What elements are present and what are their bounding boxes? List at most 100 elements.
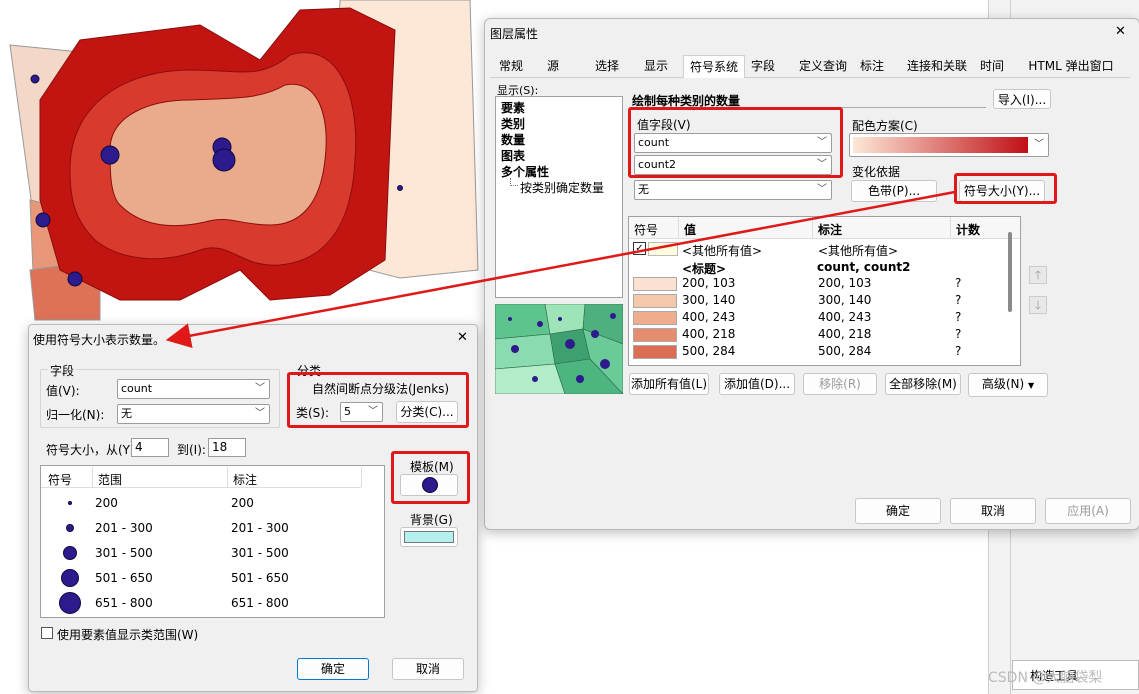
class-swatch[interactable] — [633, 311, 677, 325]
symbol-size-dialog-close-button[interactable]: ✕ — [457, 330, 468, 345]
size-col-label[interactable]: 标注 — [233, 471, 257, 488]
tab-display[interactable]: 显示 — [639, 55, 673, 77]
class-label[interactable]: 400, 243 — [818, 310, 871, 324]
class-swatch[interactable] — [633, 277, 677, 291]
use-feature-values-checkbox[interactable] — [41, 627, 53, 639]
other-values-label[interactable]: <其他所有值> — [818, 242, 898, 259]
move-up-icon[interactable]: 🡑 — [1029, 266, 1047, 284]
tab-time[interactable]: 时间 — [975, 55, 1009, 77]
size-label[interactable]: 501 - 650 — [231, 571, 289, 585]
size-symbol-icon[interactable] — [59, 592, 81, 614]
size-symbol-icon[interactable] — [61, 569, 79, 587]
col-sep-1 — [678, 217, 679, 238]
tab-general[interactable]: 常规 — [494, 55, 528, 77]
props-apply-button[interactable]: 应用(A) — [1045, 498, 1131, 524]
size-from-label: 符号大小，从(Y) — [46, 443, 135, 457]
size-label[interactable]: 201 - 300 — [231, 521, 289, 535]
col-header-count[interactable]: 计数 — [956, 221, 980, 238]
props-ok-button[interactable]: 确定 — [855, 498, 941, 524]
class-label[interactable]: 200, 103 — [818, 276, 871, 290]
remove-all-button[interactable]: 全部移除(M) — [885, 373, 961, 395]
size-symbol-icon[interactable] — [68, 501, 72, 505]
size-range[interactable]: 201 - 300 — [95, 521, 153, 535]
import-button[interactable]: 导入(I)... — [993, 89, 1051, 109]
tree-item-multiple-attributes[interactable]: 多个属性 — [501, 163, 549, 180]
col-header-symbol[interactable]: 符号 — [634, 221, 658, 238]
tab-bar — [490, 77, 1130, 78]
color-scheme-select[interactable]: ﹀ — [849, 133, 1049, 157]
tree-item-features[interactable]: 要素 — [501, 99, 525, 116]
size-label[interactable]: 651 - 800 — [231, 596, 289, 610]
tab-source[interactable]: 源 — [542, 55, 564, 77]
add-all-values-button[interactable]: 添加所有值(L) — [629, 373, 709, 395]
tab-fields[interactable]: 字段 — [748, 55, 778, 77]
class-count[interactable]: ? — [955, 310, 961, 324]
heading-row-value[interactable]: <标题> — [682, 260, 726, 277]
size-range[interactable]: 200 — [95, 496, 118, 510]
class-count[interactable]: ? — [955, 293, 961, 307]
tree-item-charts[interactable]: 图表 — [501, 147, 525, 164]
class-value[interactable]: 400, 243 — [682, 310, 735, 324]
vary-by-label: 变化依据 — [852, 165, 901, 179]
remove-button[interactable]: 移除(R) — [803, 373, 877, 395]
size-to-input[interactable]: 18 — [208, 438, 246, 457]
tab-labels[interactable]: 标注 — [855, 55, 889, 77]
chevron-down-icon: ﹀ — [255, 408, 265, 419]
size-range[interactable]: 301 - 500 — [95, 546, 153, 560]
size-from-input[interactable]: 4 — [131, 438, 169, 457]
size-ok-button[interactable]: 确定 — [297, 658, 369, 680]
size-col-range[interactable]: 范围 — [98, 471, 122, 488]
tree-item-quantities[interactable]: 数量 — [501, 131, 525, 148]
tree-item-categories[interactable]: 类别 — [501, 115, 525, 132]
background-button[interactable] — [400, 527, 458, 547]
class-count[interactable]: ? — [955, 276, 961, 290]
size-label[interactable]: 200 — [231, 496, 254, 510]
advanced-button[interactable]: 高级(N) ▼ — [968, 373, 1048, 397]
tab-definition-query[interactable]: 定义查询 — [795, 55, 851, 77]
class-swatch[interactable] — [633, 294, 677, 308]
other-values-value[interactable]: <其他所有值> — [682, 242, 762, 259]
tab-html-popup[interactable]: HTML 弹出窗口 — [1024, 55, 1118, 77]
props-cancel-button[interactable]: 取消 — [950, 498, 1036, 524]
preview-thumbnail — [495, 304, 623, 394]
highlight-classification — [287, 372, 469, 428]
class-label[interactable]: 500, 284 — [818, 344, 871, 358]
class-count[interactable]: ? — [955, 344, 961, 358]
size-cancel-button[interactable]: 取消 — [392, 658, 464, 680]
other-values-checkbox[interactable]: ✓ — [633, 242, 646, 255]
size-col-symbol[interactable]: 符号 — [48, 471, 72, 488]
color-ramp-preview — [853, 137, 1028, 153]
col-header-label[interactable]: 标注 — [818, 221, 842, 238]
class-count[interactable]: ? — [955, 327, 961, 341]
color-ramp-button[interactable]: 色带(P)... — [851, 180, 937, 202]
size-value: count — [121, 382, 153, 395]
tab-selection[interactable]: 选择 — [590, 55, 624, 77]
col-header-value[interactable]: 值 — [684, 221, 696, 238]
size-symbol-icon[interactable] — [63, 546, 77, 560]
table-scrollbar[interactable] — [1008, 232, 1012, 312]
class-swatch[interactable] — [633, 328, 677, 342]
size-normalize-select[interactable]: 无 ﹀ — [117, 404, 270, 424]
layer-properties-close-button[interactable]: ✕ — [1115, 24, 1126, 39]
move-down-icon[interactable]: 🡓 — [1029, 296, 1047, 314]
class-label[interactable]: 300, 140 — [818, 293, 871, 307]
size-symbol-icon[interactable] — [66, 524, 74, 532]
size-range[interactable]: 651 - 800 — [95, 596, 153, 610]
class-value[interactable]: 200, 103 — [682, 276, 735, 290]
size-range[interactable]: 501 - 650 — [95, 571, 153, 585]
class-label[interactable]: 400, 218 — [818, 327, 871, 341]
tab-joins-relates[interactable]: 连接和关联 — [903, 55, 971, 77]
class-value[interactable]: 300, 140 — [682, 293, 735, 307]
symbol-size-dialog-title: 使用符号大小表示数量。 — [33, 333, 166, 347]
tree-item-quantity-by-category[interactable]: 按类别确定数量 — [520, 179, 604, 196]
class-value[interactable]: 500, 284 — [682, 344, 735, 358]
normalize-select[interactable]: 无 ﹀ — [634, 180, 832, 200]
size-to-label: 到(I): — [177, 443, 206, 457]
class-swatch[interactable] — [633, 345, 677, 359]
add-values-button[interactable]: 添加值(D)... — [719, 373, 795, 395]
heading-row-label[interactable]: count, count2 — [817, 260, 910, 274]
size-value-select[interactable]: count ﹀ — [117, 379, 270, 399]
size-label[interactable]: 301 - 500 — [231, 546, 289, 560]
tab-symbology[interactable]: 符号系统 — [683, 55, 745, 78]
class-value[interactable]: 400, 218 — [682, 327, 735, 341]
